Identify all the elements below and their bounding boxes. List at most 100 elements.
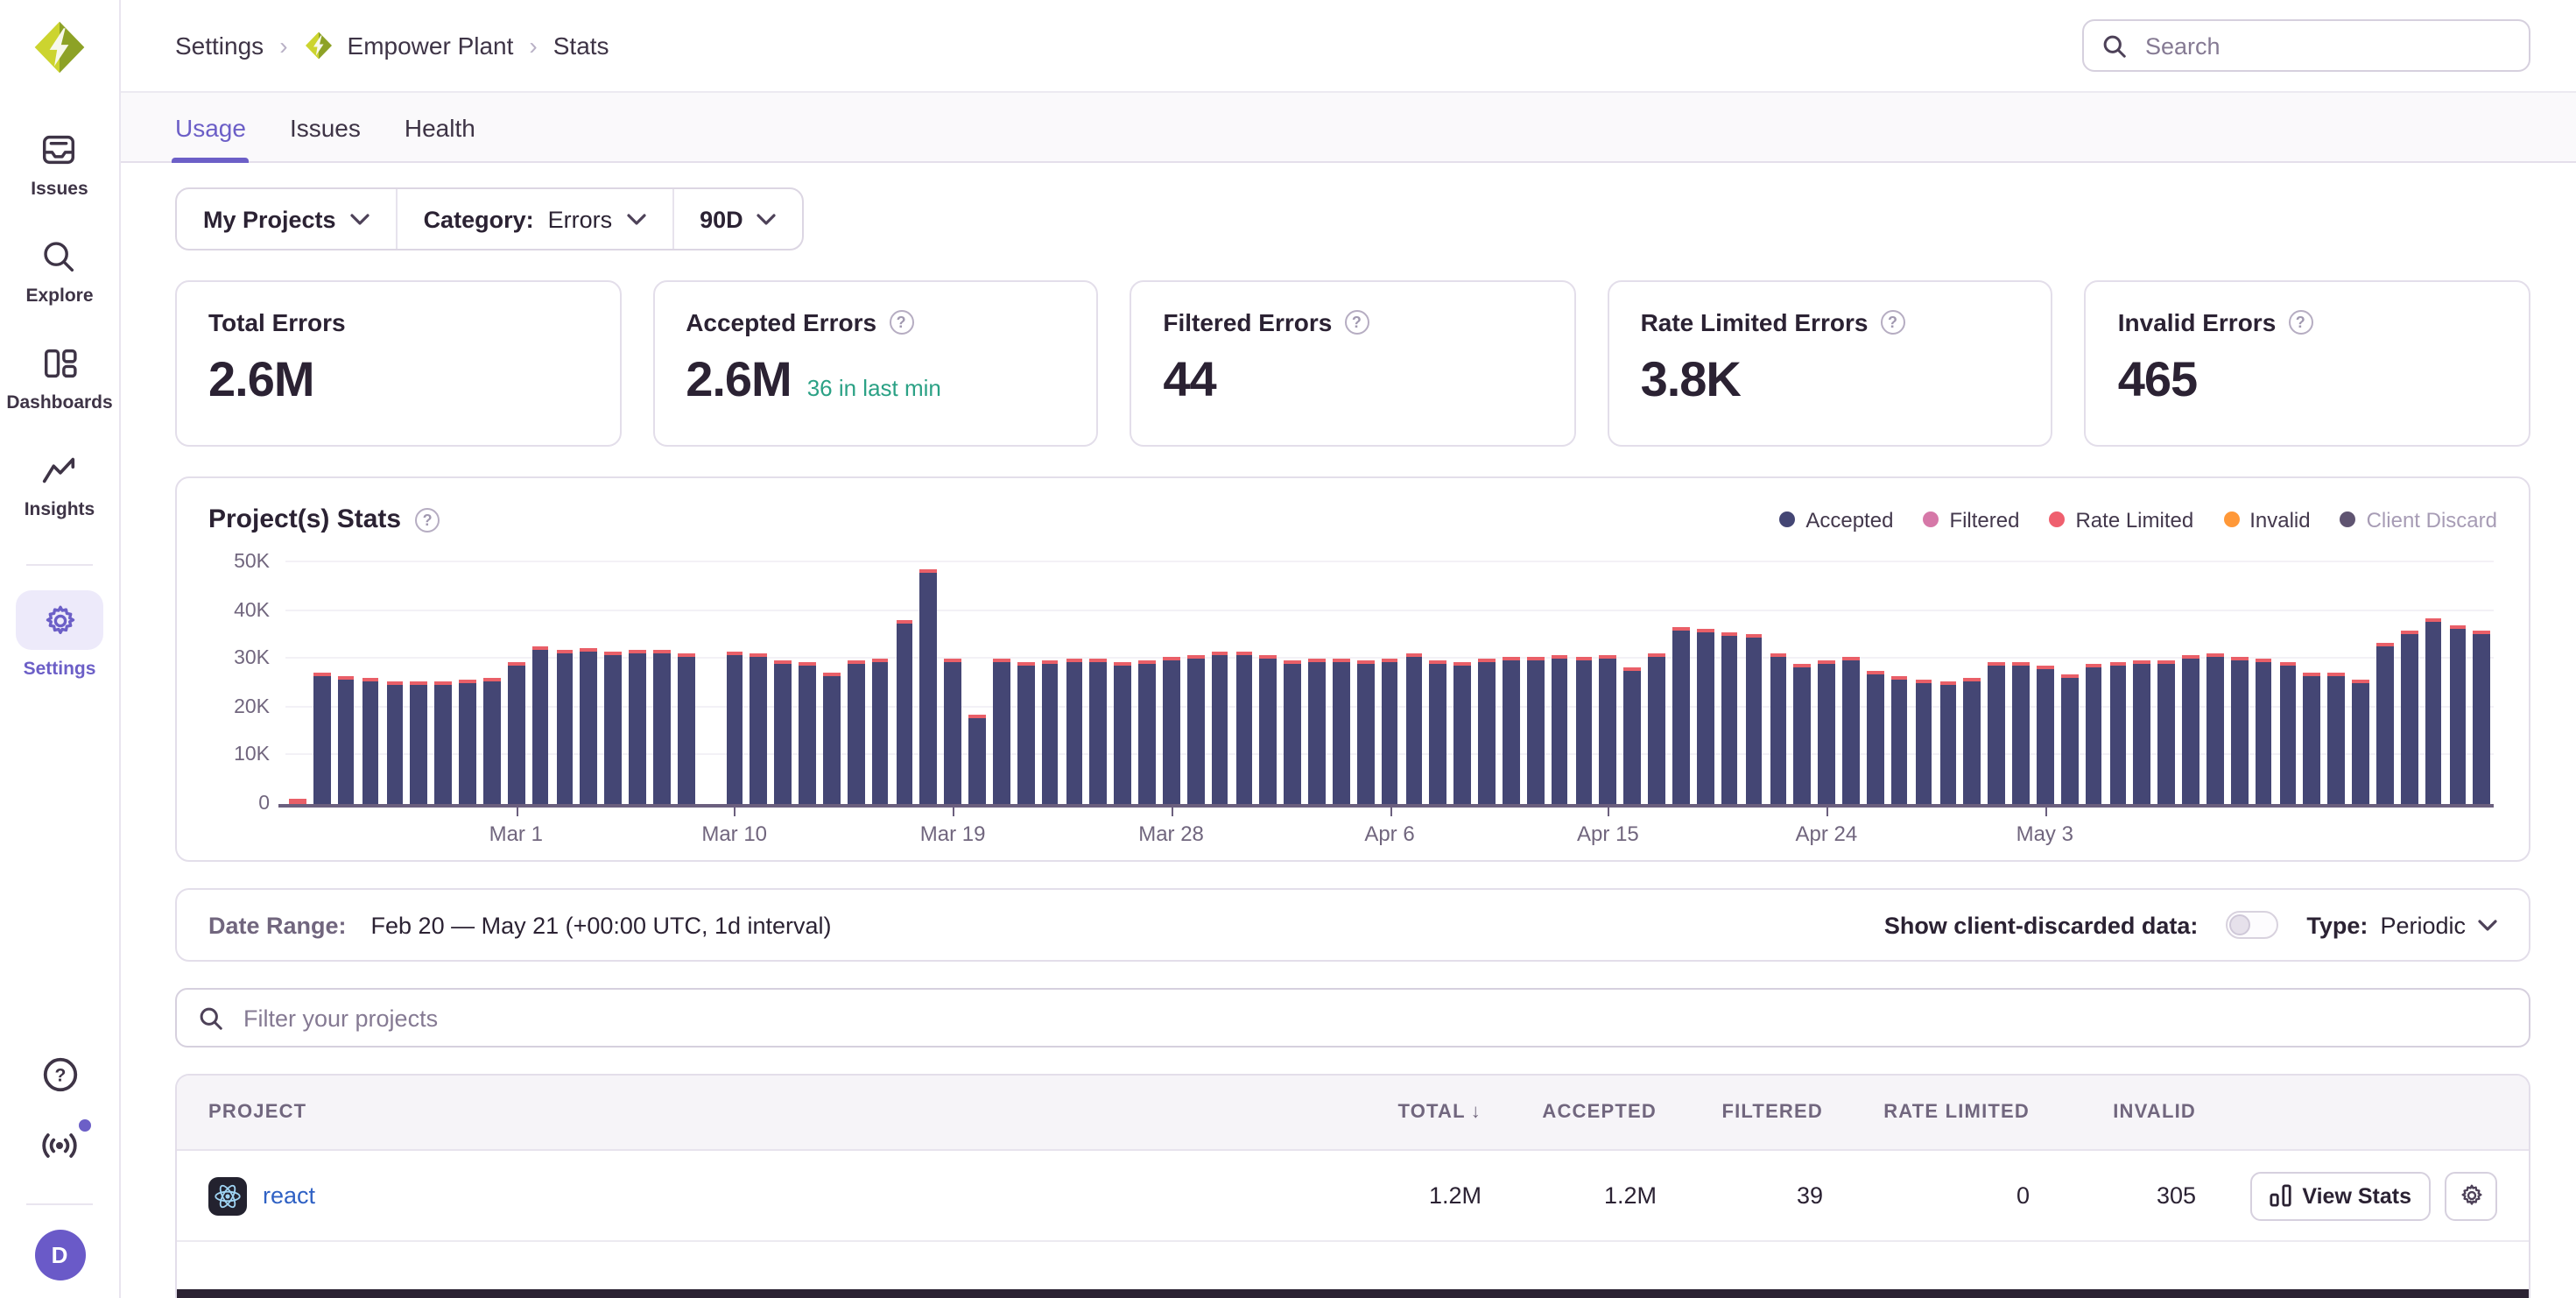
- user-avatar[interactable]: D: [34, 1230, 85, 1280]
- bar-slot: [2009, 562, 2033, 804]
- rate-limited-cap: [2255, 659, 2271, 662]
- x-axis-tick: [1172, 808, 1173, 816]
- project-filter-box[interactable]: [175, 988, 2530, 1048]
- chart-bar: [2012, 662, 2029, 804]
- chart-bar: [1915, 680, 1932, 804]
- bar-slot: [1814, 562, 1839, 804]
- chart-bar: [1090, 659, 1107, 804]
- legend-item-filtered[interactable]: Filtered: [1923, 507, 2019, 532]
- project-filter-input[interactable]: [240, 1003, 2508, 1033]
- bar-slot: [965, 562, 989, 804]
- stat-card-value-row: 465: [2118, 352, 2497, 408]
- table-cell: 1.2M: [1320, 1182, 1482, 1209]
- table-column-header[interactable]: PROJECT: [208, 1102, 1320, 1123]
- project-selector[interactable]: My Projects: [177, 189, 396, 249]
- global-search[interactable]: [2082, 19, 2530, 72]
- sidebar-item-insights[interactable]: Insights: [25, 450, 95, 520]
- bar-slot: [1547, 562, 1572, 804]
- sidebar-item-explore[interactable]: Explore: [25, 236, 93, 307]
- stat-card-title-text: Invalid Errors: [2118, 308, 2277, 336]
- chart-bar: [1430, 660, 1446, 804]
- stat-card: Invalid Errors? 465: [2085, 280, 2530, 447]
- bar-slot: [1791, 562, 1815, 804]
- help-icon[interactable]: ?: [2288, 310, 2312, 335]
- bar-slot: [989, 562, 1014, 804]
- org-logo-icon[interactable]: [30, 18, 89, 77]
- chart-bar: [508, 662, 524, 804]
- stat-card-note: 36 in last min: [807, 375, 941, 401]
- table-column-header[interactable]: TOTAL↓: [1320, 1102, 1482, 1123]
- chart-bar: [1575, 657, 1592, 804]
- tab-issues[interactable]: Issues: [290, 93, 361, 161]
- bar-slot: [2033, 562, 2058, 804]
- client-discard-toggle[interactable]: [2226, 911, 2278, 939]
- legend-item-accepted[interactable]: Accepted: [1779, 507, 1893, 532]
- sidebar-item-issues[interactable]: Issues: [31, 130, 88, 200]
- rate-limited-cap: [1721, 632, 1738, 636]
- x-axis-tick: [1826, 808, 1828, 816]
- rate-limited-cap: [2182, 655, 2199, 659]
- date-range-label: Date Range:: [208, 912, 347, 938]
- chart-bar: [1308, 659, 1325, 804]
- bar-slot: [844, 562, 869, 804]
- rate-limited-cap: [1794, 664, 1811, 667]
- chart-bar: [1211, 652, 1228, 804]
- help-icon[interactable]: ?: [1344, 310, 1369, 335]
- tab-usage[interactable]: Usage: [175, 93, 246, 161]
- chart-bar: [2376, 643, 2393, 804]
- help-icon[interactable]: ?: [415, 507, 440, 532]
- rate-limited-cap: [411, 681, 427, 685]
- chart-plot[interactable]: 010K20K30K40K50K: [285, 562, 2494, 804]
- stat-card-value-row: 44: [1163, 352, 1542, 408]
- type-selector[interactable]: Type: Periodic: [2306, 912, 2497, 938]
- view-stats-button[interactable]: View Stats: [2249, 1171, 2431, 1220]
- chart-bar: [411, 681, 427, 804]
- breadcrumb: Settings › Empower Plant › Stats: [175, 30, 609, 61]
- bar-slot: [1669, 562, 1693, 804]
- bar-slot: [1426, 562, 1451, 804]
- table-column-header[interactable]: ACCEPTED: [1482, 1102, 1657, 1123]
- bar-slot: [1839, 562, 1863, 804]
- search-input[interactable]: [2142, 31, 2511, 60]
- chart-bar: [2279, 662, 2296, 804]
- chevron-down-icon: [2478, 919, 2497, 931]
- chart-bar: [2037, 666, 2053, 804]
- bar-slot: [383, 562, 407, 804]
- bar-slot: [771, 562, 795, 804]
- sidebar-item-settings[interactable]: Settings: [16, 590, 103, 680]
- breadcrumb-settings[interactable]: Settings: [175, 32, 264, 60]
- category-selector[interactable]: Category: Errors: [396, 189, 672, 249]
- x-axis-tick: [735, 808, 736, 816]
- help-icon[interactable]: ?: [1880, 310, 1904, 335]
- bar-slot: [1014, 562, 1038, 804]
- date-range-value: Feb 20 — May 21 (+00:00 UTC, 1d interval…: [371, 912, 832, 938]
- legend-item-rate-limited[interactable]: Rate Limited: [2049, 507, 2193, 532]
- tab-health[interactable]: Health: [405, 93, 475, 161]
- rate-limited-cap: [459, 680, 475, 683]
- table-column-header[interactable]: RATE LIMITED: [1823, 1102, 2030, 1123]
- project-link[interactable]: react: [263, 1182, 315, 1209]
- bar-slot: [2251, 562, 2276, 804]
- broadcast-icon[interactable]: [39, 1126, 81, 1165]
- legend-item-invalid[interactable]: Invalid: [2223, 507, 2310, 532]
- chart-bar: [1697, 629, 1714, 804]
- bar-slot: [2397, 562, 2422, 804]
- rate-limited-cap: [1333, 659, 1349, 662]
- period-selector[interactable]: 90D: [672, 189, 803, 249]
- table-column-header[interactable]: INVALID: [2030, 1102, 2196, 1123]
- rate-limited-cap: [2279, 662, 2296, 666]
- help-icon[interactable]: ?: [889, 310, 913, 335]
- chart-bar: [1745, 634, 1762, 804]
- legend-item-client-discard[interactable]: Client Discard: [2340, 507, 2497, 532]
- table-column-header[interactable]: FILTERED: [1657, 1102, 1823, 1123]
- breadcrumb-org[interactable]: Empower Plant: [304, 30, 514, 61]
- table-row: react1.2M1.2M390305View Stats: [177, 1151, 2529, 1242]
- help-icon[interactable]: ?: [39, 1055, 80, 1095]
- sidebar-item-dashboards[interactable]: Dashboards: [6, 343, 112, 413]
- sidebar-item-label: Explore: [25, 286, 93, 307]
- row-settings-button[interactable]: [2445, 1171, 2497, 1220]
- bar-slot: [1644, 562, 1669, 804]
- bar-chart-icon: [2269, 1184, 2291, 1207]
- bar-slot: [1329, 562, 1354, 804]
- bar-slot: [2276, 562, 2300, 804]
